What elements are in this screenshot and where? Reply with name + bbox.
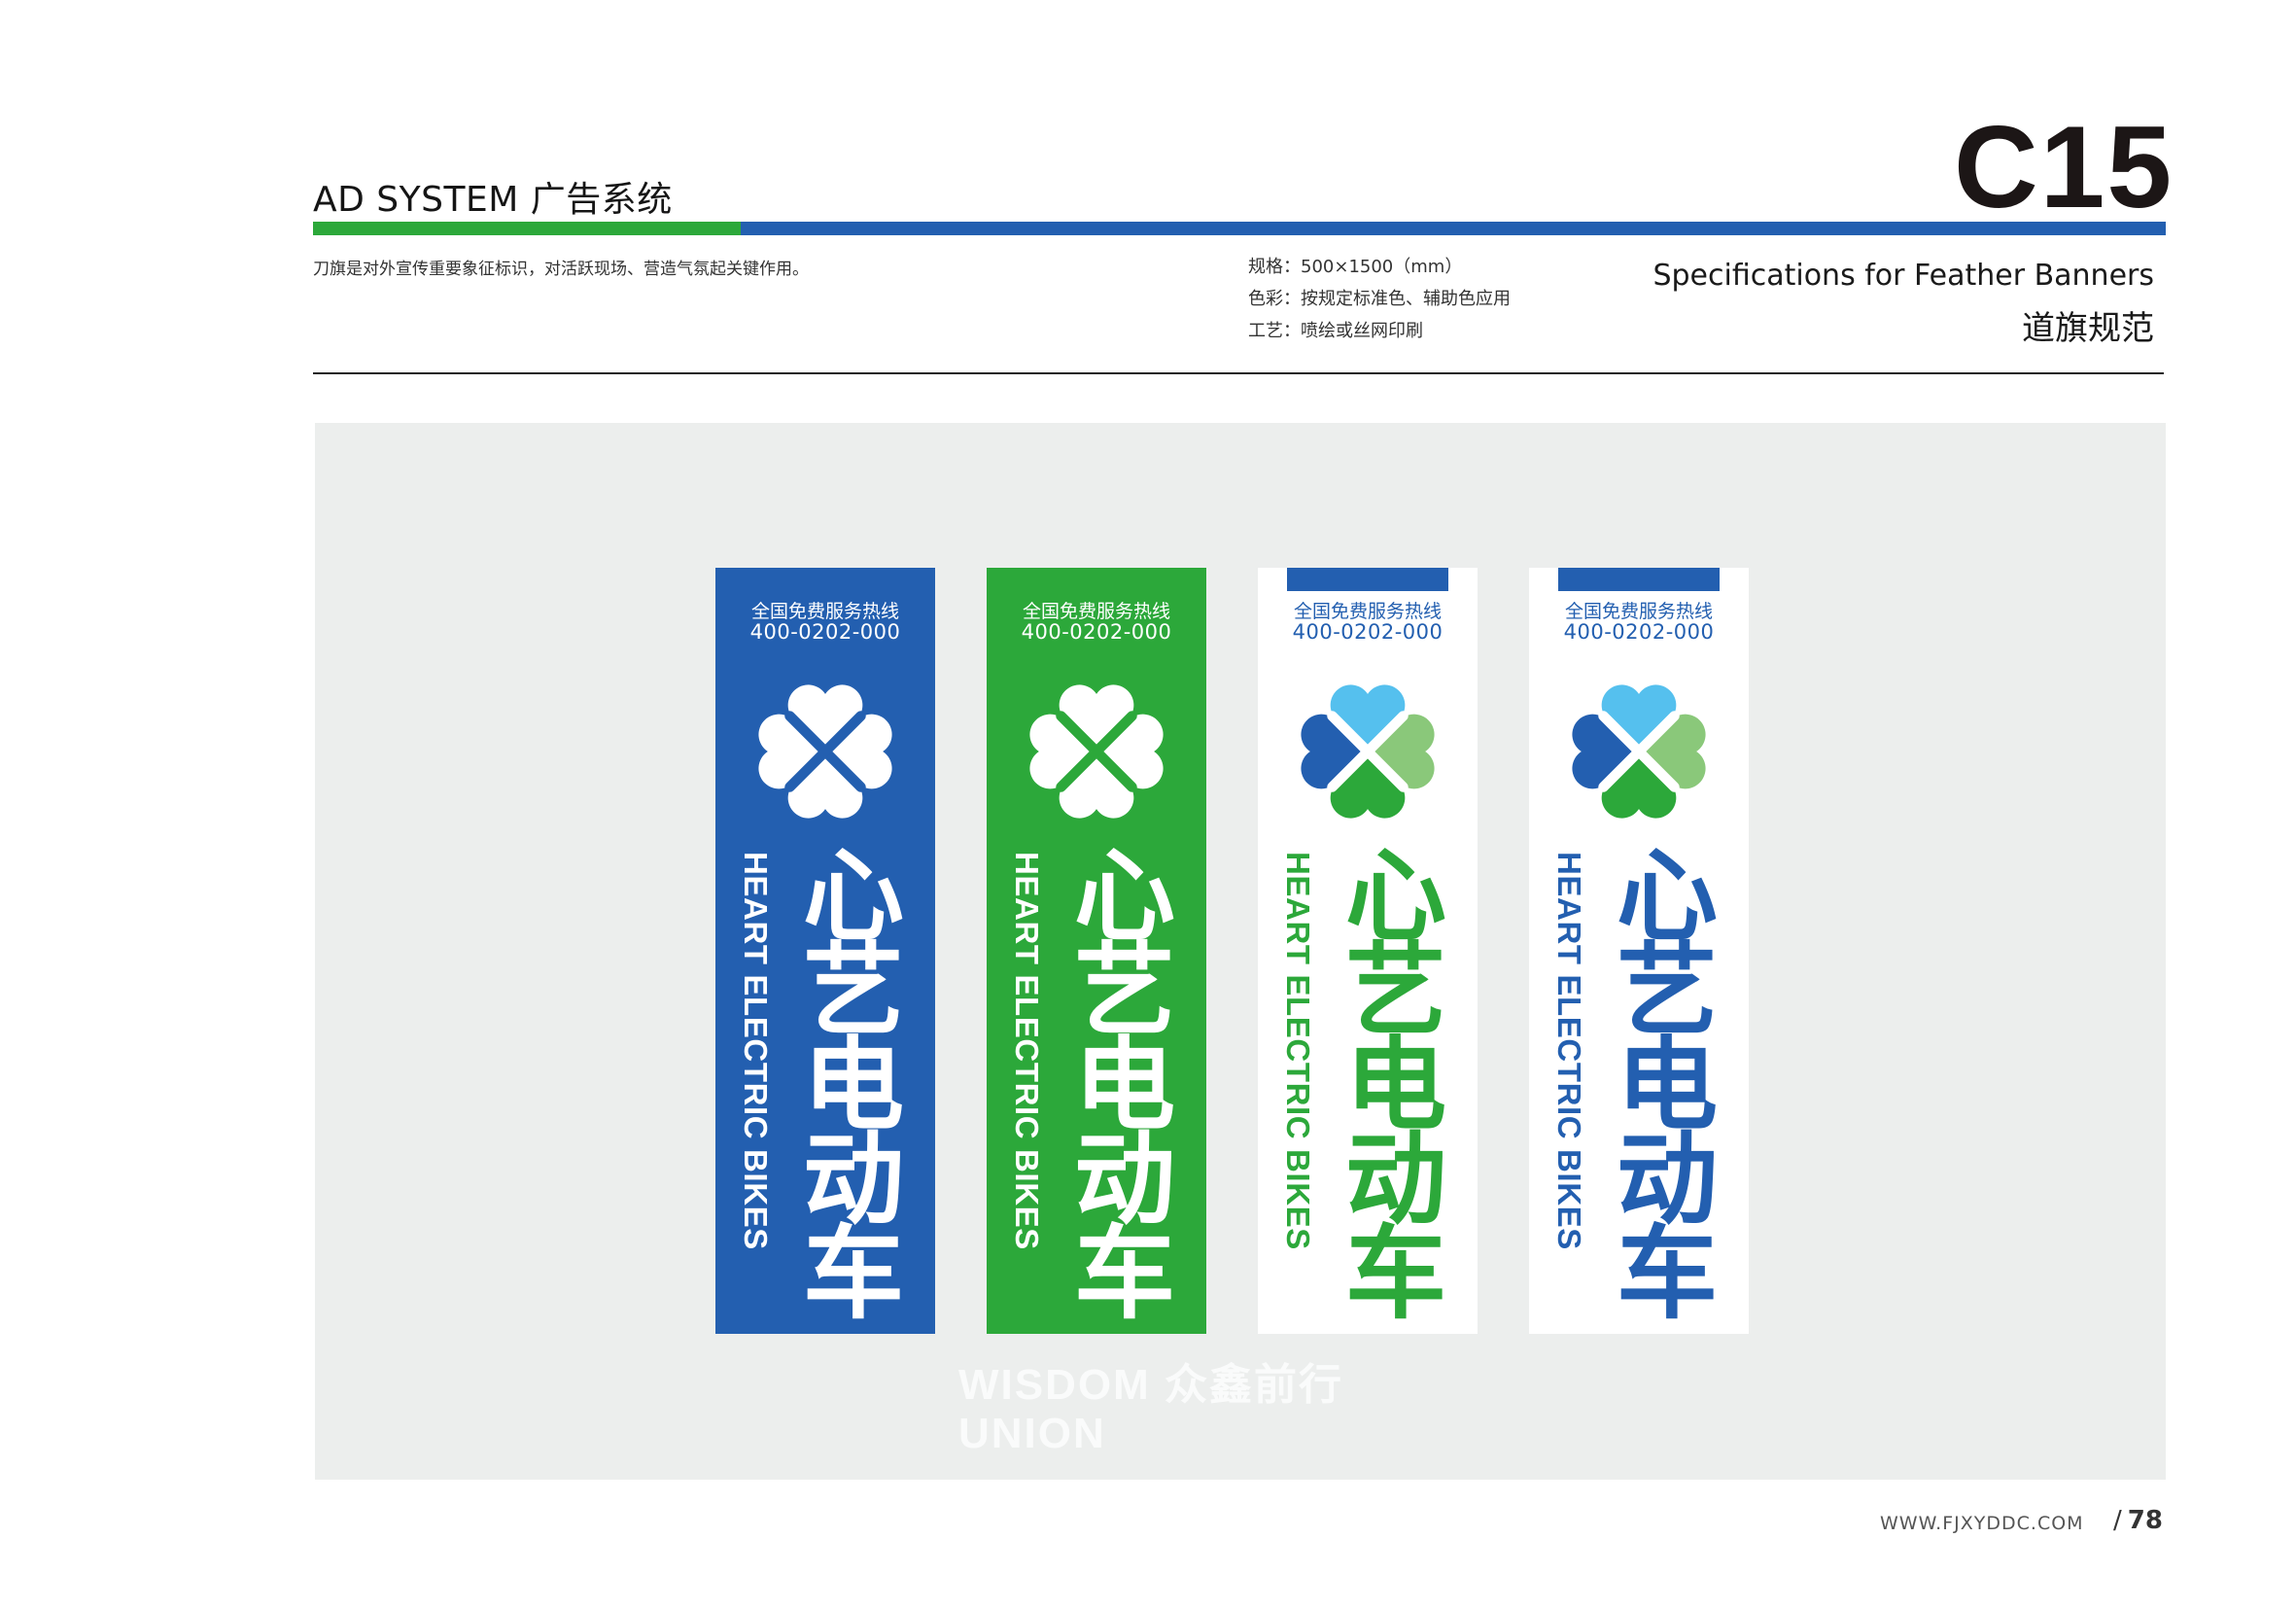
hotline-number: 400-0202-000: [1563, 620, 1715, 644]
brand-name-en: HEART ELECTRIC BIKES: [1551, 852, 1587, 1250]
header-bar-green: [313, 222, 741, 235]
page-description: 刀旗是对外宣传重要象征标识，对活跃现场、营造气氛起关键作用。: [313, 260, 809, 279]
brand-name-en: HEART ELECTRIC BIKES: [738, 852, 774, 1250]
hotline-label: 全国免费服务热线: [1564, 601, 1713, 622]
page-slash: /: [2113, 1506, 2122, 1535]
spec-list: 规格：500×1500（mm） 色彩：按规定标准色、辅助色应用 工艺：喷绘或丝网…: [1248, 251, 1511, 347]
page-number-value: 78: [2127, 1506, 2163, 1535]
page-code: C15: [1954, 102, 2174, 232]
brand-name-cn: 心 艺 电 动 车: [802, 837, 904, 1333]
hotline-number: 400-0202-000: [749, 620, 901, 644]
hotline-number: 400-0202-000: [1021, 620, 1172, 644]
feather-banner-green: 全国免费服务热线 400-0202-000 HEART ELECTRIC BIK…: [987, 568, 1206, 1334]
clover-logo-icon: [1029, 684, 1164, 819]
banner-top-band: [1287, 568, 1448, 591]
clover-logo-icon: [1572, 684, 1706, 819]
clover-logo-icon: [1301, 684, 1435, 819]
banner-top-band: [1558, 568, 1720, 591]
brand-name-cn: 心 艺 电 动 车: [1616, 837, 1718, 1333]
spec-craft: 工艺：喷绘或丝网印刷: [1248, 321, 1423, 341]
section-title-en: Specifications for Feather Banners: [1652, 259, 2154, 293]
page-number: /78: [2113, 1506, 2163, 1535]
hotline-label: 全国免费服务热线: [750, 601, 899, 622]
brand-name-cn: 心 艺 电 动 车: [1073, 837, 1175, 1333]
header-bar-blue: [741, 222, 2166, 235]
clover-logo-icon: [758, 684, 892, 819]
brand-name-en: HEART ELECTRIC BIKES: [1009, 852, 1045, 1250]
page-title: AD SYSTEM 广告系统: [313, 180, 673, 220]
section-title-cn: 道旗规范: [2022, 309, 2154, 348]
brand-name-cn: 心 艺 电 动 车: [1344, 837, 1446, 1333]
header-divider: [313, 372, 2164, 374]
watermark: WISDOM 众鑫前行 UNION: [958, 1361, 1343, 1457]
hotline-number: 400-0202-000: [1292, 620, 1444, 644]
banner-showcase-panel: [315, 423, 2166, 1480]
feather-banner-blue: 全国免费服务热线 400-0202-000 HEART ELECTRIC BIK…: [715, 568, 935, 1334]
hotline-label: 全国免费服务热线: [1293, 601, 1442, 622]
hotline-label: 全国免费服务热线: [1022, 601, 1170, 622]
spec-color: 色彩：按规定标准色、辅助色应用: [1248, 289, 1511, 309]
brand-name-en: HEART ELECTRIC BIKES: [1280, 852, 1316, 1250]
feather-banner-white-blue: 全国免费服务热线 400-0202-000 HEART ELECTRIC BIK…: [1529, 568, 1749, 1334]
feather-banner-white-green: 全国免费服务热线 400-0202-000 HEART ELECTRIC BIK…: [1258, 568, 1478, 1334]
spec-size: 规格：500×1500（mm）: [1248, 257, 1463, 277]
footer-url: WWW.FJXYDDC.COM: [1880, 1513, 2084, 1534]
